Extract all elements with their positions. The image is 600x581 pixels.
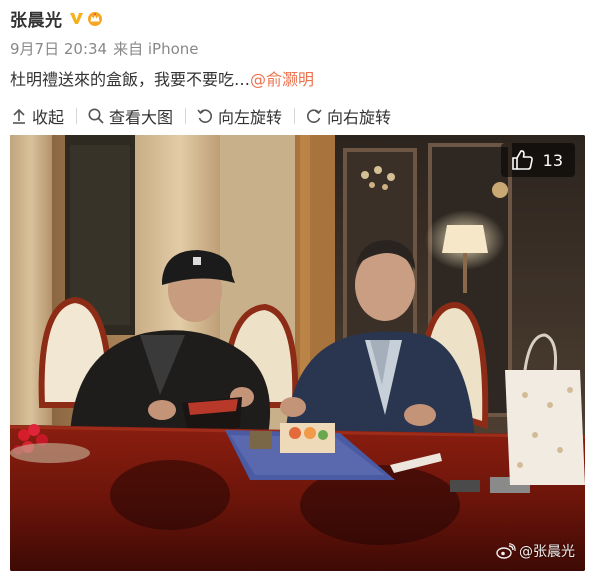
rotate-left-label: 向左旋转 [218,108,283,127]
post-photo[interactable]: 13 @张晨光 [10,135,585,571]
weibo-logo-icon [496,543,516,559]
magnifier-icon [87,107,105,125]
rotate-left-icon [196,107,214,125]
rotate-right-button[interactable]: 向右旋转 [305,104,403,128]
post-header: 张晨光 [10,6,103,31]
post-source: 来自 iPhone [113,40,199,58]
rotate-right-icon [305,107,323,125]
view-large-label: 查看大图 [109,108,174,127]
collapse-button[interactable]: 收起 [10,104,76,128]
rotate-right-label: 向右旋转 [327,108,392,127]
post-text: 杜明禮送來的盒飯，我要不要吃…@俞灏明 [10,66,314,90]
author-name[interactable]: 张晨光 [10,6,63,31]
image-toolbar: 收起 查看大图 向左旋转 向右旋转 [0,101,600,131]
post-meta: 9月7日 20:34 来自 iPhone [10,38,199,59]
post-body: 杜明禮送來的盒飯，我要不要吃… [10,70,251,89]
arrow-up-icon [10,107,28,125]
collapse-label: 收起 [32,108,65,127]
toolbar-divider [185,108,187,124]
toolbar-divider [76,108,78,124]
like-count: 13 [542,150,563,170]
mention-link[interactable]: @俞灏明 [250,70,314,89]
rotate-left-button[interactable]: 向左旋转 [196,104,294,128]
toolbar-divider [294,108,296,124]
watermark-text: @张晨光 [519,544,575,560]
dinner-table-photo [10,135,585,571]
verified-v-icon[interactable] [69,11,84,26]
thumbs-up-icon [511,148,535,172]
vip-crown-icon[interactable] [87,11,103,26]
weibo-watermark: @张晨光 [496,541,575,561]
view-large-button[interactable]: 查看大图 [87,104,185,128]
like-badge[interactable]: 13 [500,143,575,177]
post-time[interactable]: 9月7日 20:34 [10,38,107,59]
